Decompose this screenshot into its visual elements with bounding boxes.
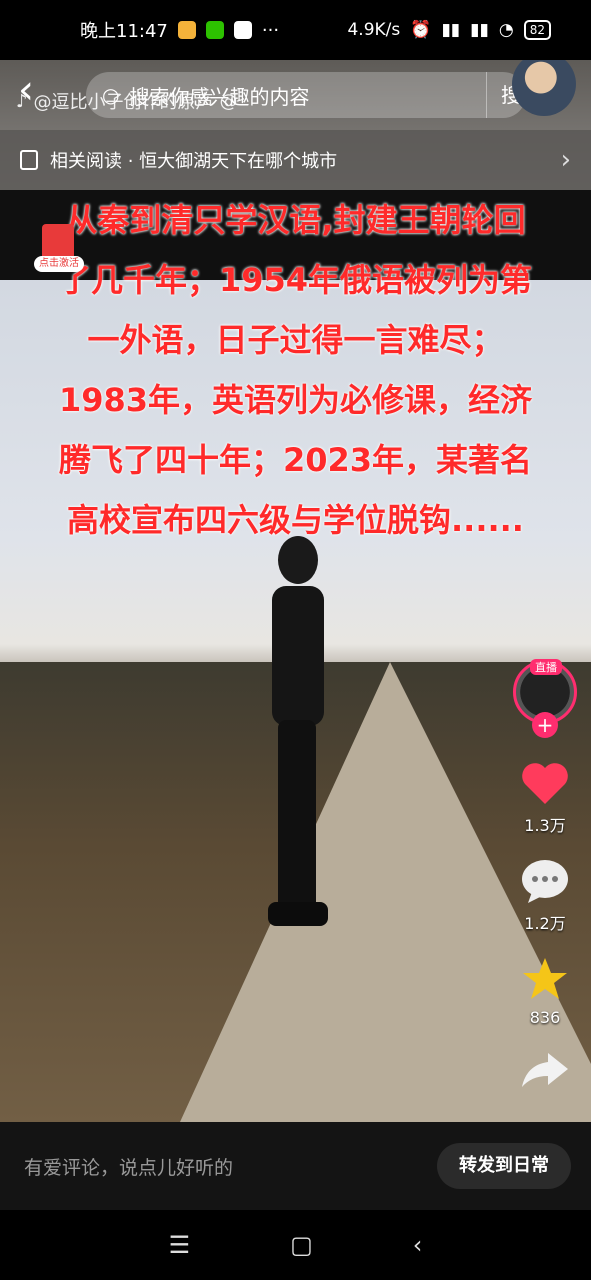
comment-icon bbox=[522, 860, 568, 903]
document-icon bbox=[20, 150, 38, 170]
follow-plus-button[interactable]: + bbox=[532, 712, 558, 738]
headline-line: 腾飞了四十年；2023年，某著名 bbox=[58, 441, 533, 479]
status-bar: 晚上11:47 ··· 4.9K/s ⏰ ▮▮ ▮▮ ◔ 82 bbox=[0, 0, 591, 60]
notes-app-icon bbox=[177, 21, 196, 39]
system-nav-bar: ☰ ▢ ‹ bbox=[0, 1210, 591, 1280]
favorite-button[interactable]: 836 bbox=[505, 956, 585, 1027]
favorite-count: 836 bbox=[529, 1008, 561, 1027]
author-avatar-top[interactable] bbox=[512, 52, 576, 116]
headline-line: 了几千年；1954年俄语被列为第 bbox=[58, 261, 533, 299]
headline-line: 高校宣布四六级与学位脱钩...... bbox=[67, 501, 524, 539]
status-time: 晚上11:47 bbox=[80, 21, 168, 42]
signal-icon: ▮▮ bbox=[441, 20, 461, 40]
video-headline: 从秦到清只学汉语,封建王朝轮回 了几千年；1954年俄语被列为第 一外语，日子过… bbox=[12, 190, 579, 550]
headline-line: 从秦到清只学汉语,封建王朝轮回 bbox=[65, 201, 526, 239]
menu-icon[interactable]: ☰ bbox=[169, 1231, 191, 1259]
back-icon[interactable]: ‹ bbox=[413, 1231, 423, 1259]
back-button[interactable]: ‹ bbox=[18, 70, 58, 112]
battery-icon: 82 bbox=[523, 20, 551, 40]
comment-bar: 有爱评论，说点儿好听的 转发到日常 bbox=[0, 1122, 591, 1210]
right-action-rail: 直播 + 1.3万 1.2万 836 bbox=[505, 659, 585, 1093]
heart-icon bbox=[522, 763, 568, 804]
chevron-right-icon: › bbox=[560, 145, 571, 175]
home-icon[interactable]: ▢ bbox=[290, 1231, 313, 1259]
related-reading-bar[interactable]: 相关阅读 · 恒大御湖天下在哪个城市 › bbox=[0, 130, 591, 190]
share-to-daily-button[interactable]: 转发到日常 bbox=[437, 1143, 571, 1189]
more-notifications-icon: ··· bbox=[261, 19, 280, 41]
share-button[interactable] bbox=[505, 1049, 585, 1093]
search-input[interactable]: ○ 搜索你感兴趣的内容 bbox=[86, 72, 526, 118]
qq-icon bbox=[233, 21, 252, 39]
red-packet-tag: 点击激活 bbox=[34, 256, 84, 272]
search-placeholder: 搜索你感兴趣的内容 bbox=[129, 84, 310, 109]
net-speed: 4.9K/s bbox=[347, 20, 401, 40]
related-label: 相关阅读 · 恒大御湖天下在哪个城市 bbox=[50, 151, 338, 172]
share-arrow-icon bbox=[522, 1053, 568, 1087]
person-figure bbox=[268, 536, 328, 926]
comment-count: 1.2万 bbox=[524, 914, 566, 933]
search-row: ‹ ○ 搜索你感兴趣的内容 搜索 bbox=[0, 52, 591, 130]
wifi-icon: ◔ bbox=[498, 20, 514, 40]
like-count: 1.3万 bbox=[524, 816, 566, 835]
comment-button[interactable]: 1.2万 bbox=[505, 858, 585, 934]
headline-line: 一外语，日子过得一言难尽； bbox=[87, 321, 504, 359]
alarm-icon: ⏰ bbox=[410, 20, 432, 40]
red-packet-button[interactable]: 点击激活 bbox=[34, 224, 84, 274]
star-icon bbox=[523, 958, 567, 999]
comment-input[interactable]: 有爱评论，说点儿好听的 bbox=[24, 1153, 437, 1180]
headline-line: 1983年，英语列为必修课，经济 bbox=[58, 381, 533, 419]
live-badge: 直播 bbox=[530, 659, 562, 675]
like-button[interactable]: 1.3万 bbox=[505, 760, 585, 836]
red-envelope-icon bbox=[42, 224, 74, 260]
signal-2-icon: ▮▮ bbox=[470, 20, 489, 40]
wechat-icon bbox=[205, 21, 224, 39]
search-icon: ○ bbox=[102, 83, 120, 107]
